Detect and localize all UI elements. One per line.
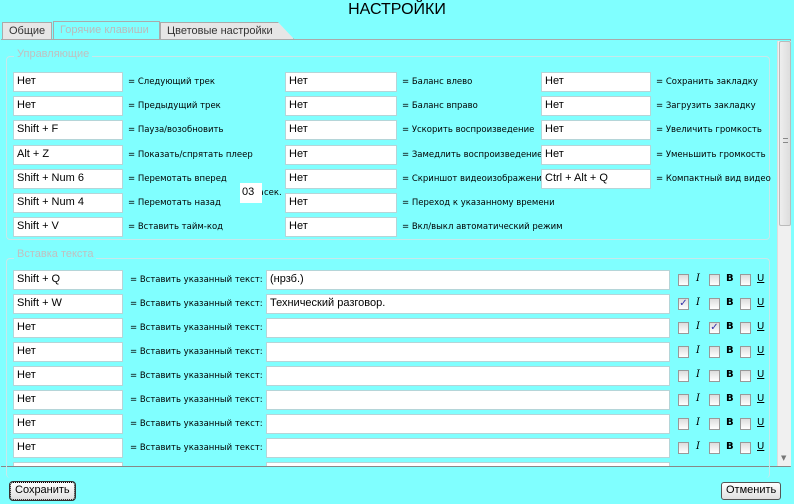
insert-hotkey-input[interactable]: Shift + W: [13, 294, 123, 314]
insert-hotkey-input[interactable]: Нет: [13, 414, 123, 434]
bold-label: B: [726, 273, 734, 284]
cancel-button[interactable]: Отменить: [721, 482, 782, 500]
underline-checkbox[interactable]: [740, 442, 751, 454]
italic-label: I: [696, 369, 700, 380]
insert-text-input[interactable]: [266, 390, 670, 410]
insert-text-input[interactable]: [266, 438, 670, 458]
italic-label: I: [696, 345, 700, 356]
bold-checkbox[interactable]: [709, 442, 720, 454]
underline-checkbox[interactable]: [740, 322, 751, 334]
underline-label: U: [757, 273, 765, 284]
insert-hotkey-input-partial[interactable]: [13, 462, 123, 466]
underline-label: U: [757, 321, 765, 332]
underline-label: U: [757, 345, 765, 356]
save-button[interactable]: Сохранить: [9, 481, 76, 501]
italic-label: I: [696, 441, 700, 452]
insert-action-label: = Вставить указанный текст:: [130, 275, 263, 285]
underline-checkbox[interactable]: [740, 370, 751, 382]
insert-action-label: = Вставить указанный текст:: [130, 323, 263, 333]
insert-hotkey-input[interactable]: Нет: [13, 318, 123, 338]
italic-label: I: [696, 417, 700, 428]
insert-action-label: = Вставить указанный текст:: [130, 347, 263, 357]
italic-checkbox[interactable]: [678, 442, 689, 454]
italic-checkbox[interactable]: [678, 274, 689, 286]
bold-label: B: [726, 393, 734, 404]
italic-label: I: [696, 393, 700, 404]
insert-hotkey-input[interactable]: Shift + Q: [13, 270, 123, 290]
insert-text-input[interactable]: [266, 414, 670, 434]
bold-label: B: [726, 417, 734, 428]
underline-checkbox[interactable]: [740, 394, 751, 406]
underline-label: U: [757, 417, 765, 428]
underline-label: U: [757, 369, 765, 380]
bold-checkbox[interactable]: [709, 394, 720, 406]
insert-action-label: = Вставить указанный текст:: [130, 395, 263, 405]
insert-text-input-partial[interactable]: [266, 462, 670, 466]
insert-action-label: = Вставить указанный текст:: [130, 419, 263, 429]
scroll-down-arrow-icon[interactable]: ▼: [781, 454, 786, 462]
underline-checkbox[interactable]: [740, 346, 751, 358]
italic-checkbox[interactable]: [678, 370, 689, 382]
insert-text-input[interactable]: [266, 366, 670, 386]
bold-label: B: [726, 441, 734, 452]
bold-label: B: [726, 297, 734, 308]
insert-text-input[interactable]: [266, 318, 670, 338]
insert-text-input[interactable]: (нрзб.): [266, 270, 670, 290]
underline-checkbox[interactable]: [740, 418, 751, 430]
bold-label: B: [726, 369, 734, 380]
bold-checkbox[interactable]: [709, 274, 720, 286]
italic-checkbox[interactable]: [678, 322, 689, 334]
insert-action-label: = Вставить указанный текст:: [130, 443, 263, 453]
insert-hotkey-input[interactable]: Нет: [13, 390, 123, 410]
italic-label: I: [696, 273, 700, 284]
insert-hotkey-input[interactable]: Нет: [13, 438, 123, 458]
scrollbar-thumb[interactable]: [779, 41, 791, 226]
bold-checkbox[interactable]: [709, 370, 720, 382]
insert-hotkey-input[interactable]: Нет: [13, 366, 123, 386]
italic-checkbox[interactable]: [678, 346, 689, 358]
bold-label: B: [726, 321, 734, 332]
bold-checkbox[interactable]: [709, 346, 720, 358]
underline-checkbox[interactable]: [740, 298, 751, 310]
bold-checkbox[interactable]: ✓: [709, 322, 720, 334]
insert-action-label: = Вставить указанный текст:: [130, 299, 263, 309]
insert-text-input[interactable]: [266, 342, 670, 362]
insert-action-label: = Вставить указанный текст:: [130, 371, 263, 381]
underline-checkbox[interactable]: [740, 274, 751, 286]
underline-label: U: [757, 297, 765, 308]
italic-label: I: [696, 321, 700, 332]
bold-label: B: [726, 345, 734, 356]
italic-checkbox[interactable]: ✓: [678, 298, 689, 310]
italic-label: I: [696, 297, 700, 308]
grip-icon: [783, 138, 788, 143]
insert-hotkey-input[interactable]: Нет: [13, 342, 123, 362]
italic-checkbox[interactable]: [678, 418, 689, 430]
bold-checkbox[interactable]: [709, 298, 720, 310]
italic-checkbox[interactable]: [678, 394, 689, 406]
underline-label: U: [757, 441, 765, 452]
scrollbar[interactable]: ▼: [777, 41, 791, 466]
insert-text-input[interactable]: Технический разговор.: [266, 294, 670, 314]
bold-checkbox[interactable]: [709, 418, 720, 430]
underline-label: U: [757, 393, 765, 404]
